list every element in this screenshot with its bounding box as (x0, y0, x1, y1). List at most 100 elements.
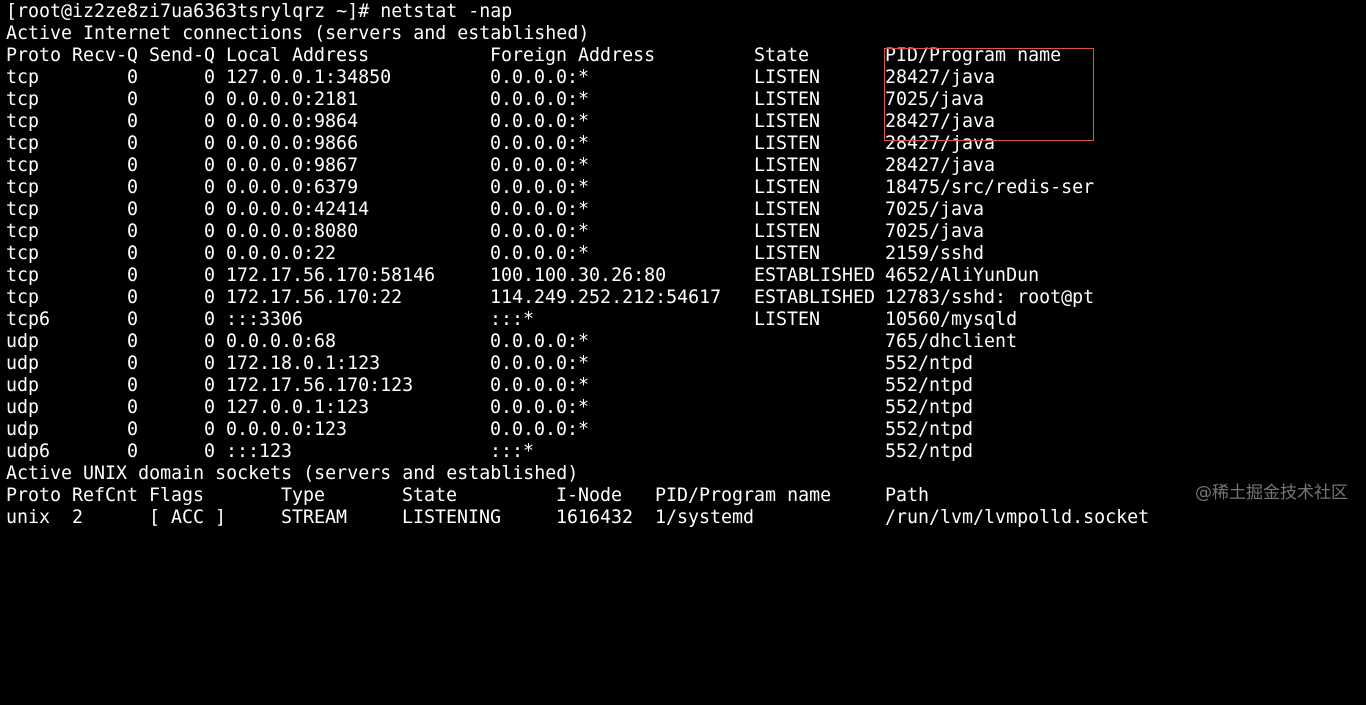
cell-sendq: 0 (203, 221, 215, 242)
cell-recvq: 0 (126, 133, 138, 154)
cell-foreign-address: 0.0.0.0:* (490, 375, 590, 396)
cell-recvq: 0 (126, 221, 138, 242)
cell-pid-program: 12783/sshd: root@pt (885, 287, 1095, 308)
connection-row: tcp 0 0 172.17.56.170:58146 100.100.30.26:80… (6, 265, 1366, 287)
connection-row: tcp 0 0 0.0.0.0:22 0.0.0.0:* LISTEN 2159/sshd (6, 243, 1366, 265)
cell-sendq: 0 (203, 111, 215, 132)
cell-sendq: 0 (203, 287, 215, 308)
cell-foreign-address: 0.0.0.0:* (490, 353, 590, 374)
cell-foreign-address: 0.0.0.0:* (490, 67, 590, 88)
cell-recvq: 0 (126, 89, 138, 110)
connection-row: tcp 0 0 0.0.0.0:9866 0.0.0.0:* LISTEN 28427/ja… (6, 133, 1366, 155)
unix-header-inode: I-Node (556, 485, 623, 506)
cell-foreign-address: 0.0.0.0:* (490, 111, 590, 132)
cell-recvq: 0 (126, 199, 138, 220)
cell-recvq: 0 (126, 331, 138, 352)
connection-row: udp 0 0 0.0.0.0:68 0.0.0.0:* 765/dhclient (6, 331, 1366, 353)
cell-pid-program: 552/ntpd (885, 419, 974, 440)
unix-header-refcnt: RefCnt (72, 485, 139, 506)
cell-sendq: 0 (203, 331, 215, 352)
cell-proto: tcp (6, 67, 40, 88)
cell-foreign-address: 0.0.0.0:* (490, 419, 590, 440)
cell-recvq: 0 (126, 177, 138, 198)
cell-recvq: 0 (126, 397, 138, 418)
connection-row: tcp 0 0 0.0.0.0:8080 0.0.0.0:* LISTEN 7025/jav… (6, 221, 1366, 243)
cell-recvq: 0 (126, 111, 138, 132)
cell-pid-program: 28427/java (885, 67, 996, 88)
cell-state: LISTEN (754, 67, 821, 88)
unix-header-type: Type (281, 485, 326, 506)
cell-pid-program: 552/ntpd (885, 397, 974, 418)
cell-refcnt: 2 (72, 507, 84, 528)
connection-row: tcp 0 0 127.0.0.1:34850 0.0.0.0:* LISTEN 28427… (6, 67, 1366, 89)
cell-sendq: 0 (203, 441, 215, 462)
cell-local-address: 0.0.0.0:8080 (226, 221, 359, 242)
cell-proto: tcp (6, 133, 40, 154)
cell-proto: tcp (6, 177, 40, 198)
cell-recvq: 0 (126, 419, 138, 440)
connection-row: udp6 0 0:::123:::* 552/ntpd (6, 441, 1366, 463)
cell-sendq: 0 (203, 67, 215, 88)
cell-local-address: 172.18.0.1:123 (226, 353, 381, 374)
cell-local-address: 0.0.0.0:22 (226, 243, 337, 264)
cell-proto: tcp (6, 265, 40, 286)
header-state: State (754, 45, 810, 66)
cell-foreign-address: :::* (490, 441, 535, 462)
unix-header-path: Path (885, 485, 930, 506)
cell-recvq: 0 (126, 353, 138, 374)
cell-foreign-address: 100.100.30.26:80 (490, 265, 667, 286)
inet-connection-list: tcp 0 0 127.0.0.1:34850 0.0.0.0:* LISTEN 28427… (6, 67, 1366, 463)
cell-local-address: 0.0.0.0:2181 (226, 89, 359, 110)
terminal-window[interactable]: [root@iz2ze8zi7ua6363tsrylqrz ~]# netsta… (6, 1, 1366, 528)
command-prompt-line: [root@iz2ze8zi7ua6363tsrylqrz ~]# netsta… (6, 1, 513, 22)
cell-proto: udp (6, 331, 40, 352)
cell-recvq: 0 (126, 309, 138, 330)
cell-foreign-address: 0.0.0.0:* (490, 155, 590, 176)
cell-foreign-address: 0.0.0.0:* (490, 89, 590, 110)
cell-local-address: 0.0.0.0:9867 (226, 155, 359, 176)
inet-section-title: Active Internet connections (servers and… (6, 23, 590, 44)
cell-pid-program: 28427/java (885, 111, 996, 132)
unix-header-flags: Flags (149, 485, 205, 506)
cell-state: LISTEN (754, 111, 821, 132)
cell-proto: tcp (6, 287, 40, 308)
cell-sendq: 0 (203, 177, 215, 198)
cell-foreign-address: 0.0.0.0:* (490, 331, 590, 352)
cell-proto: tcp (6, 111, 40, 132)
cell-local-address: :::3306 (226, 309, 304, 330)
cell-recvq: 0 (126, 67, 138, 88)
cell-proto: tcp (6, 89, 40, 110)
cell-foreign-address: 0.0.0.0:* (490, 133, 590, 154)
cell-pid-program: 1/systemd (655, 507, 755, 528)
cell-state: LISTEN (754, 243, 821, 264)
cell-local-address: 0.0.0.0:9866 (226, 133, 359, 154)
cell-foreign-address: 0.0.0.0:* (490, 177, 590, 198)
cell-sendq: 0 (203, 89, 215, 110)
connection-row: udp 0 0 127.0.0.1:123 0.0.0.0:* 552/ntpd (6, 397, 1366, 419)
cell-recvq: 0 (126, 243, 138, 264)
cell-local-address: 172.17.56.170:123 (226, 375, 414, 396)
unix-socket-row: unix 2 [ ACC ] STREAM LISTENING 1616432 1/syst… (6, 507, 1366, 529)
cell-foreign-address: 0.0.0.0:* (490, 221, 590, 242)
cell-recvq: 0 (126, 441, 138, 462)
cell-proto: udp6 (6, 441, 51, 462)
cell-proto: udp (6, 353, 40, 374)
cell-proto: tcp6 (6, 309, 51, 330)
cell-sendq: 0 (203, 155, 215, 176)
cell-local-address: 127.0.0.1:34850 (226, 67, 392, 88)
cell-pid-program: 552/ntpd (885, 441, 974, 462)
cell-proto: udp (6, 397, 40, 418)
cell-pid-program: 18475/src/redis-ser (885, 177, 1095, 198)
connection-row: tcp 0 0 0.0.0.0:2181 0.0.0.0:* LISTEN 7025/jav… (6, 89, 1366, 111)
cell-sendq: 0 (203, 419, 215, 440)
cell-recvq: 0 (126, 155, 138, 176)
cell-recvq: 0 (126, 375, 138, 396)
connection-row: udp 0 0 172.17.56.170:123 0.0.0.0:* 552/ntpd (6, 375, 1366, 397)
cell-pid-program: 7025/java (885, 199, 985, 220)
cell-pid-program: 10560/mysqld (885, 309, 1018, 330)
cell-proto: tcp (6, 243, 40, 264)
connection-row: tcp6 0 0:::3306:::* LISTEN 10560/mysqld (6, 309, 1366, 331)
cell-pid-program: 7025/java (885, 221, 985, 242)
header-recvq: Recv-Q (72, 45, 139, 66)
header-proto: Proto (6, 45, 62, 66)
